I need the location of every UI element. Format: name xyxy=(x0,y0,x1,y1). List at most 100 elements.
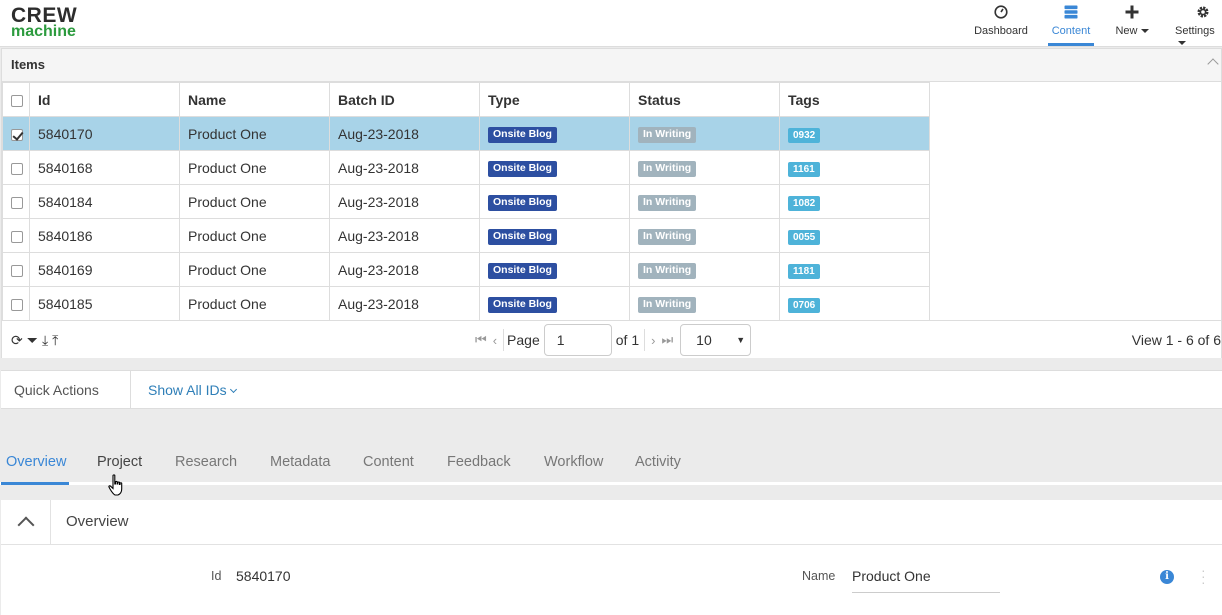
row-select-cell[interactable] xyxy=(2,184,30,219)
row-checkbox[interactable] xyxy=(11,162,23,175)
tag-badge[interactable]: 1082 xyxy=(788,195,821,211)
pager-divider xyxy=(503,329,505,351)
brand-logo[interactable]: CREW machine xyxy=(11,5,77,40)
tag-badge[interactable]: 1161 xyxy=(788,161,820,177)
col-header-status[interactable]: Status xyxy=(629,82,780,117)
tag-badge[interactable]: 0932 xyxy=(788,127,821,143)
items-grid: Id Name Batch ID Type Status Tags 584017… xyxy=(2,82,930,321)
show-all-ids-text: Show All IDs xyxy=(148,382,227,398)
cell-type: Onsite Blog xyxy=(479,116,630,151)
table-row[interactable]: 5840168 Product One Aug-23-2018 Onsite Blog… xyxy=(2,150,930,185)
table-row[interactable]: 5840169 Product One Aug-23-2018 Onsite Blog… xyxy=(2,252,930,287)
quick-actions-label: Quick Actions xyxy=(1,371,131,409)
tab-workflow[interactable]: Workflow xyxy=(544,445,603,485)
filter-icon[interactable]: ⏷ xyxy=(27,332,42,348)
view-range-text: View 1 - 6 of 6 xyxy=(1131,332,1221,348)
cell-type: Onsite Blog xyxy=(479,184,630,219)
kebab-menu-icon[interactable]: · · · xyxy=(1201,563,1206,589)
table-row[interactable]: 5840186 Product One Aug-23-2018 Onsite Blog… xyxy=(2,218,930,253)
tag-badge[interactable]: 0706 xyxy=(788,297,821,313)
col-header-type[interactable]: Type xyxy=(479,82,630,117)
tab-metadata[interactable]: Metadata xyxy=(270,445,330,485)
cell-status: In Writing xyxy=(629,286,780,321)
row-select-cell[interactable] xyxy=(2,116,30,151)
status-badge: In Writing xyxy=(638,127,697,143)
tab-feedback[interactable]: Feedback xyxy=(447,445,511,485)
table-row[interactable]: 5840170 Product One Aug-23-2018 Onsite Blog… xyxy=(2,116,930,151)
type-badge: Onsite Blog xyxy=(488,297,557,313)
status-badge: In Writing xyxy=(638,263,697,279)
row-checkbox[interactable] xyxy=(11,196,23,209)
chevron-up-icon[interactable] xyxy=(1,500,51,544)
upload-icon[interactable]: ⤒ xyxy=(52,332,62,348)
info-icon[interactable]: i xyxy=(1160,570,1174,584)
page-size-select[interactable]: 10 xyxy=(680,324,752,356)
quick-actions-bar: Quick Actions Show All IDs xyxy=(1,370,1222,409)
cell-status: In Writing xyxy=(629,184,780,219)
collapse-up-icon[interactable] xyxy=(1207,58,1219,70)
prev-page-icon[interactable]: ‹ xyxy=(493,333,497,348)
gear-icon xyxy=(1171,0,1222,24)
hand-cursor-icon xyxy=(108,474,123,496)
cell-status: In Writing xyxy=(629,150,780,185)
cell-batch: Aug-23-2018 xyxy=(329,184,480,219)
row-select-cell[interactable] xyxy=(2,218,30,253)
nav-content[interactable]: Content xyxy=(1048,0,1094,46)
overview-header: Overview xyxy=(1,500,1222,545)
row-checkbox[interactable] xyxy=(11,128,23,141)
chevron-down-icon xyxy=(229,385,237,394)
refresh-icon[interactable]: ⟳ xyxy=(11,332,27,348)
select-all-checkbox[interactable] xyxy=(11,94,23,107)
tab-activity[interactable]: Activity xyxy=(635,445,681,485)
table-row[interactable]: 5840185 Product One Aug-23-2018 Onsite Blog… xyxy=(2,286,930,321)
row-checkbox[interactable] xyxy=(11,230,23,243)
nav-content-label: Content xyxy=(1051,25,1091,37)
status-badge: In Writing xyxy=(638,161,697,177)
cell-id: 5840169 xyxy=(29,252,180,287)
cell-tags: 0932 xyxy=(779,116,930,151)
select-all-cell[interactable] xyxy=(2,82,30,117)
row-select-cell[interactable] xyxy=(2,286,30,321)
row-select-cell[interactable] xyxy=(2,150,30,185)
col-header-id[interactable]: Id xyxy=(29,82,180,117)
items-panel: Items Id Name Batch ID Type Status Tags … xyxy=(1,48,1222,358)
type-badge: Onsite Blog xyxy=(488,263,557,279)
row-checkbox[interactable] xyxy=(11,298,23,311)
page-number-input[interactable]: 1 xyxy=(543,324,612,356)
cell-status: In Writing xyxy=(629,116,780,151)
page-of-label: of 1 xyxy=(615,332,640,348)
col-header-batch[interactable]: Batch ID xyxy=(329,82,480,117)
nav-new[interactable]: New xyxy=(1110,0,1154,46)
row-checkbox[interactable] xyxy=(11,264,23,277)
nav-dashboard[interactable]: Dashboard xyxy=(973,0,1029,46)
caret-down-icon xyxy=(1178,41,1186,46)
tab-research[interactable]: Research xyxy=(175,445,237,485)
first-page-icon[interactable]: ⏮ xyxy=(475,332,487,348)
cell-name: Product One xyxy=(179,184,330,219)
nav-dashboard-label: Dashboard xyxy=(974,25,1028,37)
pager-nav: ⏮ ‹ Page 1 of 1 › ⏭ 10 xyxy=(472,324,752,356)
download-icon[interactable]: ⤓ xyxy=(42,332,52,348)
tag-badge[interactable]: 1181 xyxy=(788,263,820,279)
col-header-name[interactable]: Name xyxy=(179,82,330,117)
table-row[interactable]: 5840184 Product One Aug-23-2018 Onsite Blog… xyxy=(2,184,930,219)
nav-settings[interactable]: Settings xyxy=(1171,0,1222,46)
tag-badge[interactable]: 0055 xyxy=(788,229,821,245)
cell-status: In Writing xyxy=(629,218,780,253)
tab-content[interactable]: Content xyxy=(363,445,414,485)
next-page-icon[interactable]: › xyxy=(651,333,655,348)
col-header-tags[interactable]: Tags xyxy=(779,82,930,117)
cell-id: 5840185 xyxy=(29,286,180,321)
cell-name: Product One xyxy=(179,218,330,253)
tab-overview[interactable]: Overview xyxy=(1,445,69,485)
cell-id: 5840184 xyxy=(29,184,180,219)
status-badge: In Writing xyxy=(638,195,697,211)
show-all-ids-link[interactable]: Show All IDs xyxy=(148,382,237,398)
cell-batch: Aug-23-2018 xyxy=(329,218,480,253)
name-field-input[interactable]: Product One xyxy=(852,568,931,584)
last-page-icon[interactable]: ⏭ xyxy=(661,332,673,348)
type-badge: Onsite Blog xyxy=(488,161,557,177)
type-badge: Onsite Blog xyxy=(488,195,557,211)
overview-section: Overview Id 5840170 Name Product One i ·… xyxy=(1,500,1222,615)
row-select-cell[interactable] xyxy=(2,252,30,287)
